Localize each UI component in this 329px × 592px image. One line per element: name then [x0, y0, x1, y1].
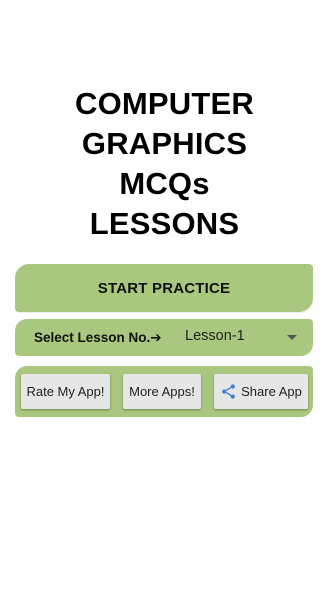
- rate-app-button[interactable]: Rate My App!: [21, 374, 110, 409]
- title-line-2: GRAPHICS: [81, 126, 248, 161]
- share-app-label: Share App: [241, 384, 302, 399]
- title-line-1: COMPUTER: [75, 86, 254, 121]
- title-line-4: LESSONS: [89, 206, 240, 241]
- lesson-select-row: Select Lesson No.➔ Lesson-1: [15, 319, 313, 356]
- action-buttons-bar: Rate My App! More Apps! Share App: [15, 366, 313, 417]
- title-line-3: MCQs: [119, 166, 210, 201]
- app-title: COMPUTER GRAPHICS MCQs LESSONS: [0, 84, 329, 244]
- chevron-down-icon: [287, 335, 297, 340]
- rate-app-label: Rate My App!: [26, 384, 105, 399]
- share-icon: [222, 384, 236, 399]
- select-lesson-label: Select Lesson No.➔: [34, 329, 162, 345]
- share-app-button[interactable]: Share App: [214, 374, 308, 409]
- more-apps-button[interactable]: More Apps!: [123, 374, 201, 409]
- lesson-dropdown-value: Lesson-1: [185, 328, 245, 344]
- more-apps-label: More Apps!: [129, 384, 195, 399]
- lesson-dropdown[interactable]: Lesson-1: [165, 319, 313, 356]
- start-practice-label: START PRACTICE: [97, 279, 231, 297]
- start-practice-button[interactable]: START PRACTICE: [15, 264, 313, 312]
